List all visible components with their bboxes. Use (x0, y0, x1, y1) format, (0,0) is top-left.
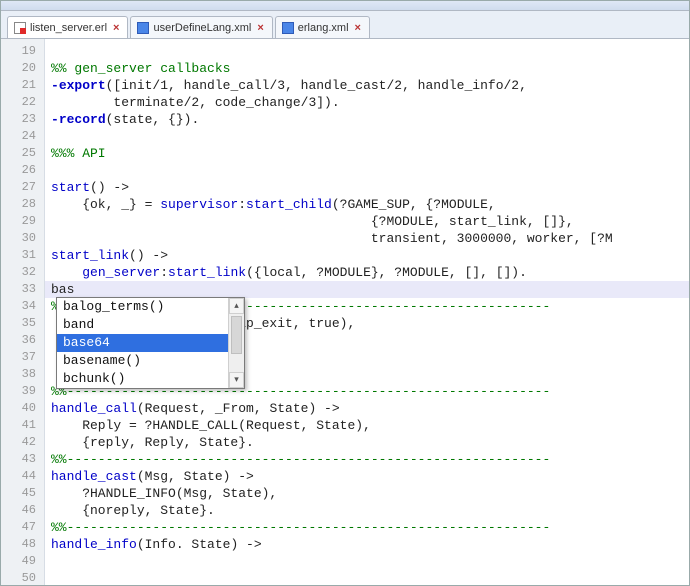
line-number: 33 (1, 281, 44, 298)
line-number: 44 (1, 468, 44, 485)
code-line: handle_info(Info. State) -> (45, 536, 689, 553)
line-number: 45 (1, 485, 44, 502)
line-number: 34 (1, 298, 44, 315)
line-number: 20 (1, 60, 44, 77)
line-number: 40 (1, 400, 44, 417)
code-line: Reply = ?HANDLE_CALL(Request, State), (45, 417, 689, 434)
code-line: terminate/2, code_change/3]). (45, 94, 689, 111)
tab-bar: listen_server.erl × userDefineLang.xml ×… (1, 11, 689, 39)
xml-file-icon (282, 22, 294, 34)
code-line: %%--------------------------------------… (45, 451, 689, 468)
tab-label: listen_server.erl (30, 22, 107, 34)
line-number: 43 (1, 451, 44, 468)
tab-erlang-xml[interactable]: erlang.xml × (275, 16, 370, 38)
code-line: start_link() -> (45, 247, 689, 264)
line-number: 46 (1, 502, 44, 519)
code-line (45, 128, 689, 145)
code-line: {noreply, State}. (45, 502, 689, 519)
erlang-file-icon (14, 22, 26, 34)
line-number: 22 (1, 94, 44, 111)
editor-window: listen_server.erl × userDefineLang.xml ×… (0, 0, 690, 586)
line-number: 39 (1, 383, 44, 400)
code-line: transient, 3000000, worker, [?M (45, 230, 689, 247)
autocomplete-item[interactable]: balog_terms() (57, 298, 244, 316)
code-line: {ok, _} = supervisor:start_child(?GAME_S… (45, 196, 689, 213)
tab-label: userDefineLang.xml (153, 22, 251, 34)
line-number: 21 (1, 77, 44, 94)
line-number: 29 (1, 213, 44, 230)
scroll-up-icon[interactable]: ▴ (229, 298, 244, 314)
code-area[interactable]: %% gen_server callbacks -export([init/1,… (45, 39, 689, 585)
line-number: 48 (1, 536, 44, 553)
window-titlebar (1, 1, 689, 11)
autocomplete-item[interactable]: bchunk() (57, 370, 244, 388)
line-number: 26 (1, 162, 44, 179)
line-number: 19 (1, 43, 44, 60)
code-line: handle_cast(Msg, State) -> (45, 468, 689, 485)
tab-label: erlang.xml (298, 22, 349, 34)
tab-listen-server[interactable]: listen_server.erl × (7, 16, 128, 38)
line-number: 37 (1, 349, 44, 366)
autocomplete-item[interactable]: band (57, 316, 244, 334)
code-line: {?MODULE, start_link, []}, (45, 213, 689, 230)
scroll-down-icon[interactable]: ▾ (229, 372, 244, 388)
line-number: 25 (1, 145, 44, 162)
line-number: 42 (1, 434, 44, 451)
xml-file-icon (137, 22, 149, 34)
line-number: 28 (1, 196, 44, 213)
line-number: 47 (1, 519, 44, 536)
code-line (45, 162, 689, 179)
code-line: start() -> (45, 179, 689, 196)
scroll-thumb[interactable] (231, 316, 242, 354)
autocomplete-popup[interactable]: balog_terms() band base64 basename() bch… (56, 297, 245, 389)
code-line: ?HANDLE_INFO(Msg, State), (45, 485, 689, 502)
line-number: 24 (1, 128, 44, 145)
line-number: 41 (1, 417, 44, 434)
editor-area: 1920212223242526272829303132333435363738… (1, 39, 689, 585)
code-line: %% gen_server callbacks (45, 60, 689, 77)
code-line: -export([init/1, handle_call/3, handle_c… (45, 77, 689, 94)
tab-userdefinelang[interactable]: userDefineLang.xml × (130, 16, 272, 38)
code-line: handle_call(Request, _From, State) -> (45, 400, 689, 417)
line-number: 23 (1, 111, 44, 128)
line-number: 27 (1, 179, 44, 196)
code-line: {reply, Reply, State}. (45, 434, 689, 451)
code-line-current: bas (45, 281, 689, 298)
line-number: 30 (1, 230, 44, 247)
code-line (45, 43, 689, 60)
line-number-gutter: 1920212223242526272829303132333435363738… (1, 39, 45, 585)
line-number: 49 (1, 553, 44, 570)
autocomplete-item-selected[interactable]: base64 (57, 334, 244, 352)
autocomplete-scrollbar[interactable]: ▴ ▾ (228, 298, 244, 388)
close-icon[interactable]: × (355, 22, 361, 34)
close-icon[interactable]: × (113, 22, 119, 34)
code-line: -record(state, {}). (45, 111, 689, 128)
line-number: 38 (1, 366, 44, 383)
line-number: 35 (1, 315, 44, 332)
line-number: 32 (1, 264, 44, 281)
line-number: 50 (1, 570, 44, 586)
code-line: gen_server:start_link({local, ?MODULE}, … (45, 264, 689, 281)
code-line: %%% API (45, 145, 689, 162)
line-number: 31 (1, 247, 44, 264)
line-number: 36 (1, 332, 44, 349)
close-icon[interactable]: × (257, 22, 263, 34)
code-line: %%--------------------------------------… (45, 519, 689, 536)
autocomplete-item[interactable]: basename() (57, 352, 244, 370)
